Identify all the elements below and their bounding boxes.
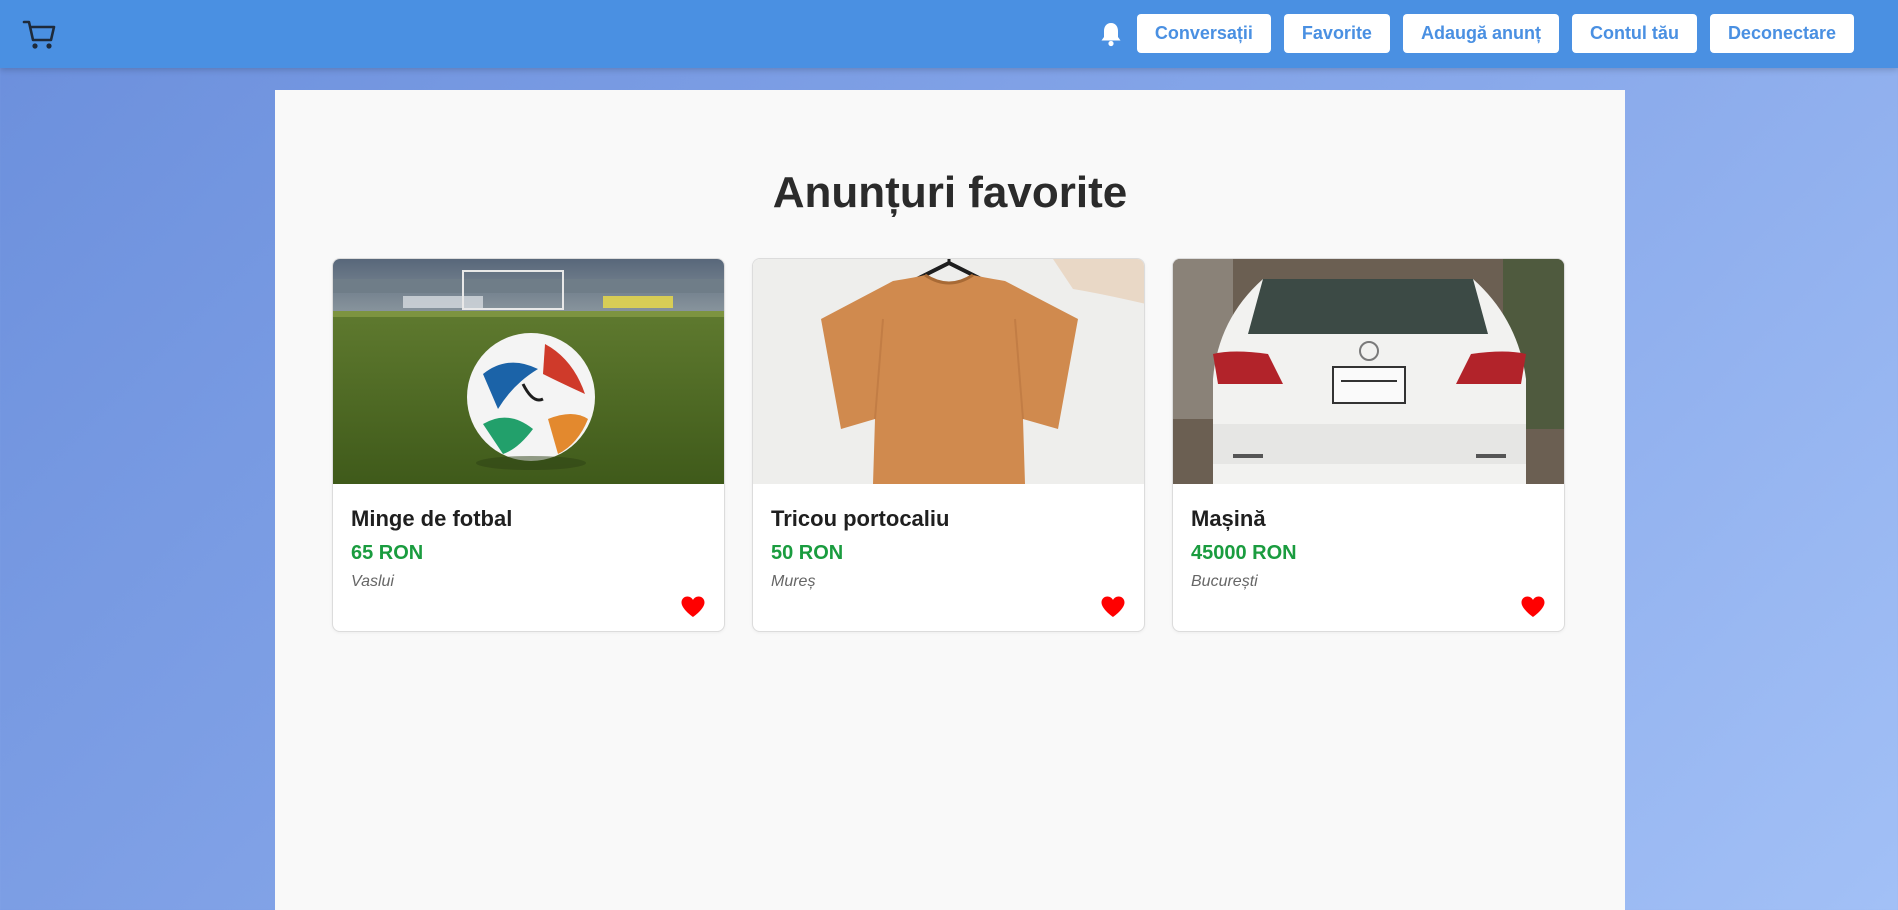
listing-location: București xyxy=(1191,573,1258,590)
listing-card[interactable]: Mașină 45000 RON București xyxy=(1172,258,1565,632)
listing-image xyxy=(333,259,724,484)
listing-title: Mașină xyxy=(1191,506,1266,531)
shopping-cart-icon[interactable] xyxy=(22,18,58,52)
listing-price: 65 RON xyxy=(351,542,424,564)
account-button[interactable]: Contul tău xyxy=(1571,14,1697,53)
favorites-button[interactable]: Favorite xyxy=(1283,14,1390,53)
listing-price: 45000 RON xyxy=(1191,542,1297,564)
listing-price: 50 RON xyxy=(771,542,844,564)
heart-icon[interactable] xyxy=(1100,595,1126,619)
heart-icon[interactable] xyxy=(1520,595,1546,619)
listing-location: Mureș xyxy=(771,573,816,590)
listing-grid: Minge de fotbal 65 RON Vaslui Tricou por… xyxy=(332,258,1565,632)
listing-image xyxy=(753,259,1144,484)
listing-card[interactable]: Minge de fotbal 65 RON Vaslui xyxy=(332,258,725,632)
nav-menu: Conversații Favorite Adaugă anunț Contul… xyxy=(1098,14,1854,53)
listing-title: Tricou portocaliu xyxy=(771,506,950,531)
listing-details: Mașină 45000 RON București xyxy=(1173,484,1564,631)
listing-details: Tricou portocaliu 50 RON Mureș xyxy=(753,484,1144,631)
listing-card[interactable]: Tricou portocaliu 50 RON Mureș xyxy=(752,258,1145,632)
heart-icon[interactable] xyxy=(680,595,706,619)
notifications-button[interactable] xyxy=(1098,19,1124,49)
conversations-button[interactable]: Conversații xyxy=(1136,14,1271,53)
favorites-panel: Anunțuri favorite Minge de fotbal 65 RON… xyxy=(275,90,1625,910)
bell-icon xyxy=(1101,22,1121,46)
listing-location: Vaslui xyxy=(351,573,394,590)
listing-details: Minge de fotbal 65 RON Vaslui xyxy=(333,484,724,631)
page-title: Anunțuri favorite xyxy=(772,168,1128,217)
top-navigation-bar: Conversații Favorite Adaugă anunț Contul… xyxy=(0,0,1898,68)
logout-button[interactable]: Deconectare xyxy=(1709,14,1854,53)
add-listing-button[interactable]: Adaugă anunț xyxy=(1402,14,1559,53)
listing-image xyxy=(1173,259,1564,484)
listing-title: Minge de fotbal xyxy=(351,506,513,531)
